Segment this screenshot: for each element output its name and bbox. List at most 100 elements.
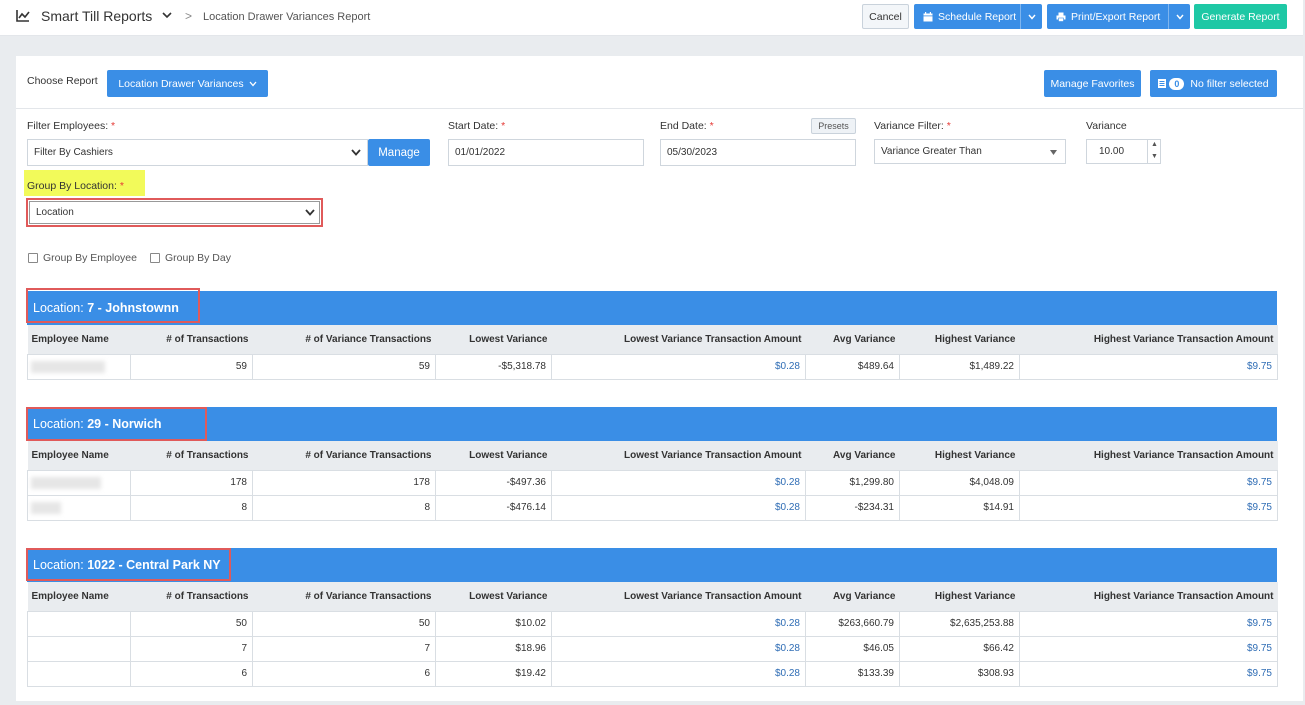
variance-filter-label: Variance Filter: * [874, 120, 951, 132]
group-by-location-select[interactable]: Location [29, 201, 320, 224]
employee-name-cell [27, 660, 131, 687]
column-header[interactable]: Lowest Variance Transaction Amount [551, 325, 806, 354]
table-cell-link[interactable]: $9.75 [1019, 494, 1278, 521]
group-by-day-checkbox[interactable] [150, 253, 160, 263]
annotation-box [26, 288, 200, 323]
schedule-report-label: Schedule Report [938, 10, 1017, 23]
schedule-dropdown-toggle[interactable] [1020, 4, 1042, 29]
table-cell: 178 [130, 469, 253, 496]
presets-button[interactable]: Presets [811, 118, 856, 134]
filter-count-badge: 0 [1169, 77, 1185, 90]
table-row: 6 6 $19.42 $0.28 $133.39 $308.93 $9.75 [27, 660, 1278, 687]
line-chart-icon [16, 10, 30, 22]
table-cell-link[interactable]: $0.28 [551, 469, 806, 496]
table-cell-link[interactable]: $0.28 [551, 660, 806, 687]
print-dropdown-toggle[interactable] [1168, 4, 1190, 29]
table-cell: $2,635,253.88 [899, 610, 1020, 637]
end-date-input[interactable]: 05/30/2023 [660, 139, 856, 166]
table-cell-link[interactable]: $9.75 [1019, 635, 1278, 662]
column-header[interactable]: # of Variance Transactions [252, 325, 436, 354]
table-cell: 178 [252, 469, 436, 496]
schedule-report-button[interactable]: Schedule Report [914, 4, 1042, 29]
decrement-icon[interactable]: ▼ [1148, 151, 1161, 163]
table-cell-link[interactable]: $9.75 [1019, 610, 1278, 637]
group-by-employee-checkbox[interactable] [28, 253, 38, 263]
column-header[interactable]: Highest Variance Transaction Amount [1019, 325, 1278, 354]
table-cell-link[interactable]: $9.75 [1019, 353, 1278, 380]
start-date-input[interactable]: 01/01/2022 [448, 139, 644, 166]
cancel-button[interactable]: Cancel [862, 4, 909, 29]
table-cell: $4,048.09 [899, 469, 1020, 496]
column-header[interactable]: Highest Variance Transaction Amount [1019, 582, 1278, 611]
chevron-down-icon[interactable] [162, 11, 172, 19]
table-cell: $46.05 [805, 635, 900, 662]
location-table: Employee Name # of Transactions # of Var… [27, 441, 1278, 521]
table-row: 50 50 $10.02 $0.28 $263,660.79 $2,635,25… [27, 610, 1278, 637]
column-header[interactable]: Highest Variance [899, 582, 1020, 611]
column-header[interactable]: Avg Variance [805, 441, 900, 470]
column-header[interactable]: # of Variance Transactions [252, 582, 436, 611]
generate-report-button[interactable]: Generate Report [1194, 4, 1287, 29]
table-cell-link[interactable]: $0.28 [551, 494, 806, 521]
column-header[interactable]: # of Variance Transactions [252, 441, 436, 470]
table-cell: -$234.31 [805, 494, 900, 521]
manage-employees-button[interactable]: Manage [368, 139, 430, 166]
app-title[interactable]: Smart Till Reports [41, 8, 152, 24]
column-header[interactable]: Employee Name [27, 582, 131, 611]
report-select-dropdown[interactable]: Location Drawer Variances [107, 70, 268, 97]
filter-employees-label: Filter Employees: * [27, 120, 116, 132]
manage-favorites-button[interactable]: Manage Favorites [1044, 70, 1141, 97]
column-header[interactable]: Highest Variance [899, 325, 1020, 354]
employee-name-cell [27, 610, 131, 637]
increment-icon[interactable]: ▲ [1148, 139, 1161, 151]
chevron-down-icon [305, 209, 315, 216]
choose-report-label: Choose Report [27, 75, 98, 87]
filter-summary-button[interactable]: 0 No filter selected [1150, 70, 1277, 97]
variance-filter-select[interactable]: Variance Greater Than [874, 139, 1066, 164]
column-header[interactable]: Lowest Variance Transaction Amount [551, 441, 806, 470]
column-header[interactable]: Lowest Variance [435, 582, 552, 611]
column-header[interactable]: Lowest Variance [435, 325, 552, 354]
table-cell-link[interactable]: $0.28 [551, 635, 806, 662]
annotation-box [26, 407, 207, 441]
no-filter-label: No filter selected [1190, 77, 1269, 90]
table-cell: $263,660.79 [805, 610, 900, 637]
column-header[interactable]: # of Transactions [130, 582, 253, 611]
table-header-row: Employee Name # of Transactions # of Var… [27, 325, 1278, 354]
report-panel: Choose Report Location Drawer Variances … [16, 56, 1303, 701]
column-header[interactable]: Employee Name [27, 325, 131, 354]
table-cell-link[interactable]: $9.75 [1019, 469, 1278, 496]
table-cell: $66.42 [899, 635, 1020, 662]
calendar-icon [923, 11, 933, 21]
filter-employees-select[interactable]: Filter By Cashiers [27, 139, 368, 166]
column-header[interactable]: Avg Variance [805, 325, 900, 354]
column-header[interactable]: # of Transactions [130, 325, 253, 354]
table-cell: $133.39 [805, 660, 900, 687]
column-header[interactable]: Lowest Variance Transaction Amount [551, 582, 806, 611]
table-cell: 59 [252, 353, 436, 380]
report-select-label: Location Drawer Variances [118, 77, 244, 90]
group-by-location-label: Group By Location: * [27, 180, 124, 192]
print-export-button[interactable]: Print/Export Report [1047, 4, 1190, 29]
table-cell: -$476.14 [435, 494, 552, 521]
column-header[interactable]: Avg Variance [805, 582, 900, 611]
column-header[interactable]: Lowest Variance [435, 441, 552, 470]
table-cell: 8 [252, 494, 436, 521]
table-cell-link[interactable]: $0.28 [551, 353, 806, 380]
column-header[interactable]: Highest Variance [899, 441, 1020, 470]
start-date-label: Start Date: * [448, 120, 506, 132]
table-cell: $308.93 [899, 660, 1020, 687]
variance-filter-value: Variance Greater Than [881, 146, 982, 157]
table-cell-link[interactable]: $0.28 [551, 610, 806, 637]
chevron-down-icon [1175, 14, 1184, 20]
table-cell: $489.64 [805, 353, 900, 380]
location-table: Employee Name # of Transactions # of Var… [27, 582, 1278, 687]
employee-name-cell [27, 469, 131, 496]
table-cell-link[interactable]: $9.75 [1019, 660, 1278, 687]
column-header[interactable]: Employee Name [27, 441, 131, 470]
column-header[interactable]: Highest Variance Transaction Amount [1019, 441, 1278, 470]
column-header[interactable]: # of Transactions [130, 441, 253, 470]
top-bar: Smart Till Reports > Location Drawer Var… [0, 0, 1303, 36]
chevron-down-icon [351, 149, 361, 156]
variance-stepper[interactable]: ▲ ▼ [1147, 139, 1161, 164]
